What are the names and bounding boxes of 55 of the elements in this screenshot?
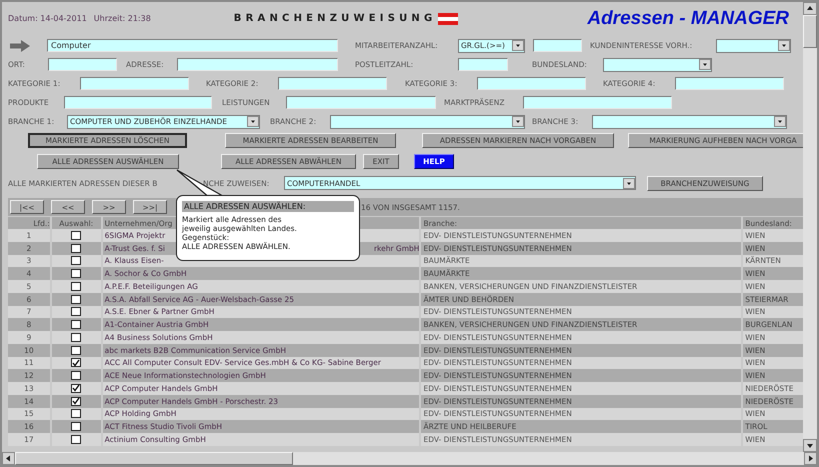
caret-icon	[699, 59, 711, 70]
caret-icon	[774, 116, 786, 127]
checkbox[interactable]	[71, 358, 82, 368]
scroll-thumb[interactable]	[803, 15, 817, 48]
caret-icon	[778, 40, 790, 51]
input-field[interactable]	[523, 96, 672, 109]
input-field[interactable]	[533, 39, 582, 52]
dropdown[interactable]	[592, 114, 787, 128]
dropdown[interactable]	[603, 58, 712, 72]
scroll-right-icon[interactable]	[804, 452, 817, 465]
input-field[interactable]: Computer	[47, 39, 338, 52]
input-field[interactable]	[477, 77, 586, 90]
checkbox[interactable]	[71, 384, 82, 393]
checkbox[interactable]	[71, 346, 82, 355]
checkbox[interactable]	[71, 294, 82, 304]
checkbox[interactable]	[71, 307, 82, 316]
checkbox[interactable]	[71, 282, 82, 291]
time-text: Uhrzeit: 21:38	[94, 14, 151, 23]
page-title: BRANCHENZUWEISUNG	[234, 13, 436, 24]
caret-icon	[512, 40, 524, 51]
arrow-icon	[10, 40, 30, 52]
checkbox[interactable]	[71, 230, 82, 240]
app-title: Adressen - MANAGER	[587, 8, 789, 30]
input-field[interactable]	[278, 77, 387, 90]
checkbox[interactable]	[71, 422, 82, 432]
input-field[interactable]	[675, 77, 784, 90]
checkbox[interactable]	[71, 244, 82, 253]
caret-icon	[623, 178, 635, 188]
horizontal-scrollbar[interactable]	[2, 452, 817, 465]
input-field[interactable]	[458, 58, 508, 71]
input-field[interactable]	[286, 96, 436, 109]
checkbox[interactable]	[71, 371, 82, 380]
vertical-scrollbar[interactable]	[803, 2, 817, 452]
date-text: Datum: 14-04-2011	[8, 14, 87, 23]
dropdown[interactable]	[716, 38, 791, 52]
caret-icon	[512, 116, 524, 127]
scroll-down-icon[interactable]	[803, 439, 817, 452]
checkbox[interactable]	[71, 269, 82, 278]
checkbox[interactable]	[71, 320, 82, 330]
input-field[interactable]	[64, 96, 212, 109]
scroll-up-icon[interactable]	[803, 2, 817, 15]
checkbox[interactable]	[71, 434, 82, 444]
scroll-left-icon[interactable]	[2, 452, 15, 465]
input-field[interactable]	[177, 58, 338, 71]
checkbox[interactable]	[71, 256, 82, 266]
dropdown[interactable]	[330, 114, 525, 128]
tooltip-title: ALLE ADRESSEN AUSWÄHLEN:	[182, 201, 354, 212]
checkbox[interactable]	[71, 396, 82, 406]
input-field[interactable]	[48, 58, 117, 71]
flag-icon	[438, 12, 458, 24]
caret-icon	[247, 116, 259, 127]
scroll-thumb[interactable]	[15, 452, 293, 465]
checkbox[interactable]	[71, 409, 82, 418]
input-field[interactable]	[80, 77, 189, 90]
checkbox[interactable]	[71, 332, 82, 342]
